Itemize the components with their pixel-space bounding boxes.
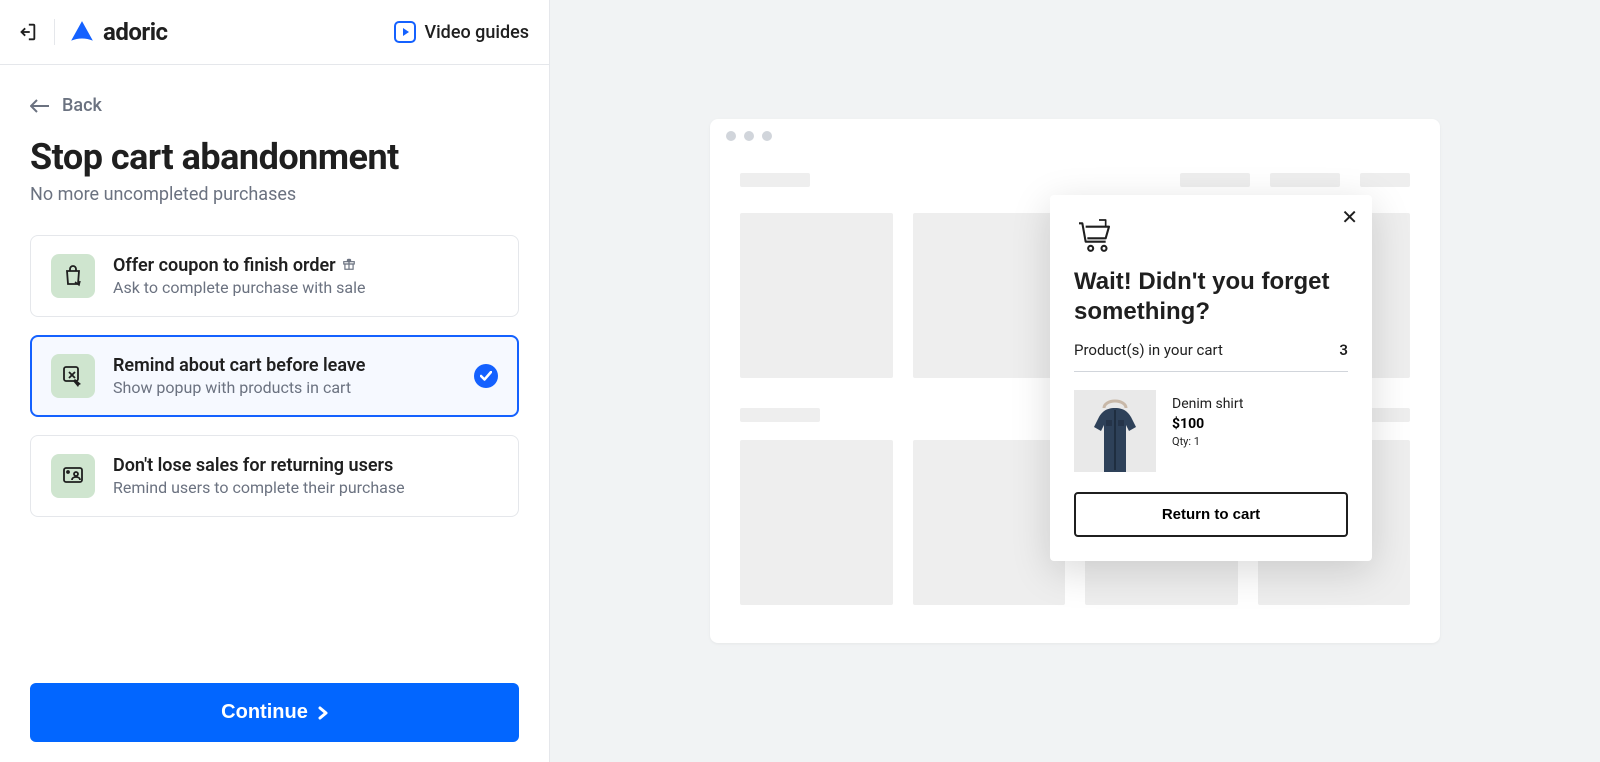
play-icon xyxy=(394,21,416,43)
preview-browser: ✕ Wait! Didn't you forget something? Pro… xyxy=(710,119,1440,643)
option-desc: Remind users to complete their purchase xyxy=(113,478,498,497)
placeholder xyxy=(740,213,893,378)
page-subtitle: No more uncompleted purchases xyxy=(30,184,519,205)
logo-mark-icon xyxy=(69,19,95,45)
preview-site: ✕ Wait! Didn't you forget something? Pro… xyxy=(710,153,1440,643)
product-qty: Qty: 1 xyxy=(1172,435,1244,448)
preview-panel: ✕ Wait! Didn't you forget something? Pro… xyxy=(550,0,1600,762)
cart-icon xyxy=(1074,215,1348,255)
video-guides-label: Video guides xyxy=(424,22,529,43)
option-body: Offer coupon to finish order Ask to comp… xyxy=(113,255,498,297)
gift-icon xyxy=(342,257,356,275)
content-area: Back Stop cart abandonment No more uncom… xyxy=(0,65,549,762)
cart-count-value: 3 xyxy=(1339,341,1348,359)
page-title: Stop cart abandonment xyxy=(30,136,519,178)
product-image xyxy=(1074,390,1156,472)
arrow-left-icon xyxy=(30,99,50,113)
window-dot xyxy=(726,131,736,141)
option-desc: Show popup with products in cart xyxy=(113,378,456,397)
top-bar: adoric Video guides xyxy=(0,0,549,65)
divider xyxy=(54,19,55,45)
exit-intent-icon xyxy=(51,354,95,398)
option-returning-users[interactable]: Don't lose sales for returning users Rem… xyxy=(30,435,519,517)
placeholder xyxy=(1270,173,1340,187)
option-desc: Ask to complete purchase with sale xyxy=(113,278,498,297)
product-row: Denim shirt $100 Qty: 1 xyxy=(1074,390,1348,472)
product-price: $100 xyxy=(1172,416,1244,432)
placeholder xyxy=(740,173,810,187)
option-title: Remind about cart before leave xyxy=(113,355,365,376)
browser-chrome xyxy=(710,119,1440,153)
option-remind-before-leave[interactable]: Remind about cart before leave Show popu… xyxy=(30,335,519,417)
video-guides-button[interactable]: Video guides xyxy=(394,21,529,43)
placeholder xyxy=(1360,173,1410,187)
cart-count-row: Product(s) in your cart 3 xyxy=(1074,341,1348,372)
placeholder xyxy=(1180,173,1250,187)
product-info: Denim shirt $100 Qty: 1 xyxy=(1172,390,1244,448)
brand-name: adoric xyxy=(103,18,168,46)
bag-discount-icon xyxy=(51,254,95,298)
exit-intent-popup: ✕ Wait! Didn't you forget something? Pro… xyxy=(1050,195,1372,561)
option-title: Don't lose sales for returning users xyxy=(113,455,393,476)
back-label: Back xyxy=(62,95,102,116)
continue-button[interactable]: Continue xyxy=(30,683,519,742)
option-body: Remind about cart before leave Show popu… xyxy=(113,355,456,397)
option-offer-coupon[interactable]: Offer coupon to finish order Ask to comp… xyxy=(30,235,519,317)
left-panel: adoric Video guides Back Stop cart aband… xyxy=(0,0,550,762)
placeholder xyxy=(913,213,1066,378)
returning-user-icon xyxy=(51,454,95,498)
option-title: Offer coupon to finish order xyxy=(113,255,336,276)
selected-check-icon xyxy=(474,364,498,388)
option-body: Don't lose sales for returning users Rem… xyxy=(113,455,498,497)
placeholder xyxy=(740,440,893,605)
back-button[interactable]: Back xyxy=(30,95,519,116)
window-dot xyxy=(762,131,772,141)
chevron-right-icon xyxy=(318,706,328,720)
return-to-cart-button[interactable]: Return to cart xyxy=(1074,492,1348,537)
placeholder xyxy=(740,408,820,422)
exit-button[interactable] xyxy=(16,21,38,43)
exit-icon xyxy=(16,21,38,43)
continue-label: Continue xyxy=(221,701,308,724)
placeholder xyxy=(913,440,1066,605)
product-name: Denim shirt xyxy=(1172,396,1244,412)
popup-heading: Wait! Didn't you forget something? xyxy=(1074,267,1348,327)
close-icon[interactable]: ✕ xyxy=(1341,207,1358,227)
cart-count-label: Product(s) in your cart xyxy=(1074,341,1223,359)
window-dot xyxy=(744,131,754,141)
brand-logo[interactable]: adoric xyxy=(69,18,168,46)
